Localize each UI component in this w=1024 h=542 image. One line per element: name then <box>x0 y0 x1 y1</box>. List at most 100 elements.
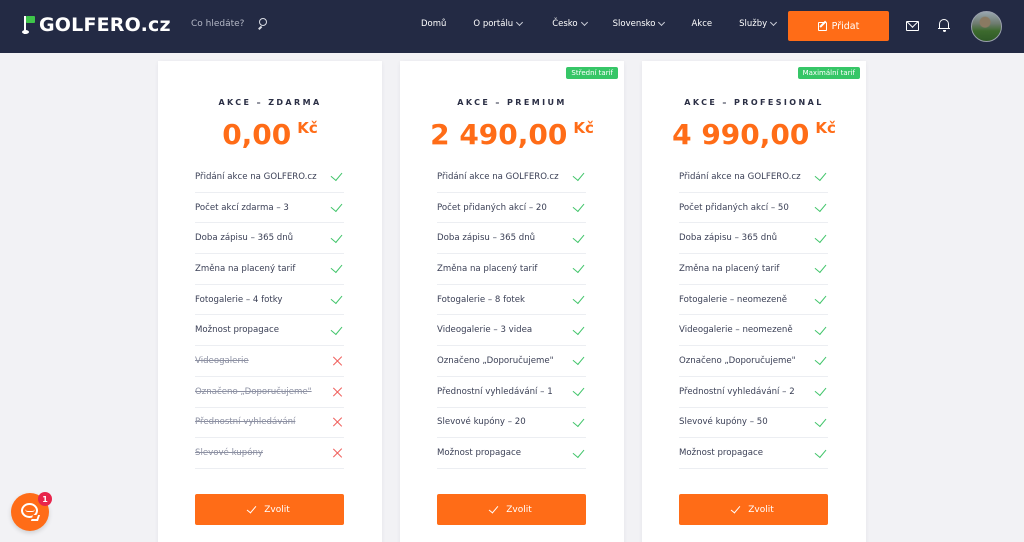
bell-icon[interactable] <box>938 18 950 33</box>
price-currency: Kč <box>573 119 594 137</box>
feature-text: Slevové kupóny <box>195 448 263 459</box>
check-icon <box>572 230 585 243</box>
check-icon <box>330 169 343 182</box>
feature-text: Fotogalerie – 8 fotek <box>437 294 526 305</box>
tier-badge: Střední tarif <box>566 67 618 79</box>
feature-text: Změna na placený tarif <box>679 263 780 274</box>
nav-item-sluzby[interactable]: Služby <box>739 18 778 29</box>
chat-icon-smile <box>25 509 35 512</box>
choose-plan-button[interactable]: Zvolit <box>195 494 344 525</box>
mail-icon[interactable] <box>906 21 919 31</box>
choose-plan-button[interactable]: Zvolit <box>679 494 828 525</box>
plan-name: AKCE – ZDARMA <box>218 98 322 107</box>
check-icon <box>814 199 827 213</box>
check-icon <box>572 261 585 274</box>
check-icon <box>572 322 585 335</box>
feature-item: Označeno „Doporučujeme" <box>437 346 586 377</box>
check-icon <box>572 445 585 458</box>
feature-item: Přednostní vyhledávání – 1 <box>437 377 586 408</box>
cross-icon <box>332 417 342 427</box>
search <box>191 18 269 30</box>
check-icon <box>572 353 585 366</box>
feature-item: Možnost propagace <box>195 315 344 347</box>
feature-text: Možnost propagace <box>195 325 279 336</box>
feature-item: Označeno „Doporučujeme" <box>679 346 828 377</box>
chat-unread-badge: 1 <box>38 492 52 506</box>
feature-text: Doba zápisu – 365 dnů <box>679 233 778 244</box>
site-header: GOLFERO.cz Domů O portálu Česko Slovensk… <box>0 0 1024 53</box>
avatar[interactable] <box>971 11 1002 42</box>
feature-text: Videogalerie – neomezeně <box>679 325 793 336</box>
check-icon <box>814 384 827 397</box>
check-icon <box>572 384 585 397</box>
nav-item-cesko[interactable]: Česko <box>552 18 588 29</box>
feature-item: Doba zápisu – 365 dnů <box>195 223 344 255</box>
feature-text: Změna na placený tarif <box>195 263 296 274</box>
check-icon <box>814 322 827 335</box>
logo[interactable]: GOLFERO.cz <box>22 14 171 36</box>
feature-item: Slevové kupóny <box>195 438 344 469</box>
feature-text: Doba zápisu – 365 dnů <box>195 233 294 244</box>
feature-item: Změna na placený tarif <box>437 254 586 285</box>
feature-item: Fotogalerie – 8 fotek <box>437 285 586 316</box>
feature-item: Přidání akce na GOLFERO.cz <box>437 162 586 193</box>
pricing-card-profesional: Maximální tarif AKCE – PROFESIONAL 4 990… <box>642 61 866 542</box>
add-button-label: Přidat <box>831 20 860 32</box>
check-icon <box>730 502 741 514</box>
feature-text: Slevové kupóny – 20 <box>437 417 526 428</box>
check-icon <box>572 169 585 182</box>
feature-item: Fotogalerie – neomezeně <box>679 285 828 316</box>
nav-item-domu[interactable]: Domů <box>421 19 446 29</box>
choose-plan-button[interactable]: Zvolit <box>437 494 586 525</box>
edit-icon <box>817 21 827 31</box>
feature-text: Přednostní vyhledávání – 1 <box>437 386 553 397</box>
feature-item: Přednostní vyhledávání <box>195 408 344 439</box>
check-icon <box>814 169 827 182</box>
feature-text: Počet přidaných akcí – 20 <box>437 202 547 213</box>
price-amount: 4 990,00 <box>672 118 810 151</box>
choose-button-label: Zvolit <box>748 504 774 515</box>
price-currency: Kč <box>815 119 836 137</box>
check-icon <box>572 292 585 305</box>
feature-text: Fotogalerie – 4 fotky <box>195 294 283 305</box>
search-input[interactable] <box>191 19 251 29</box>
feature-item: Počet přidaných akcí – 50 <box>679 193 828 224</box>
feature-item: Videogalerie <box>195 346 344 377</box>
feature-item: Doba zápisu – 365 dnů <box>679 223 828 255</box>
check-icon <box>814 261 827 274</box>
nav-item-o-portalu[interactable]: O portálu <box>473 18 524 29</box>
cross-icon <box>332 356 342 366</box>
nav-item-label: Slovensko <box>612 19 656 29</box>
plan-price: 2 490,00 Kč <box>400 117 624 153</box>
check-icon <box>246 502 257 514</box>
choose-button-label: Zvolit <box>264 504 290 515</box>
cross-icon <box>332 448 342 458</box>
pricing-card-zdarma: AKCE – ZDARMA 0,00 Kč Přidání akce na GOL… <box>158 61 382 542</box>
feature-text: Přednostní vyhledávání – 2 <box>679 386 795 397</box>
feature-item: Videogalerie – 3 videa <box>437 315 586 347</box>
feature-text: Přidání akce na GOLFERO.cz <box>195 171 317 182</box>
search-icon[interactable] <box>257 18 269 30</box>
nav-item-akce[interactable]: Akce <box>691 19 712 29</box>
feature-item: Označeno „Doporučujeme" <box>195 377 344 408</box>
feature-item: Slevové kupóny – 50 <box>679 408 828 439</box>
pricing-card-premium: Střední tarif AKCE – PREMIUM 2 490,00 Kč … <box>400 61 624 542</box>
add-button[interactable]: Přidat <box>788 11 889 41</box>
price-amount: 2 490,00 <box>430 118 568 151</box>
feature-item: Přidání akce na GOLFERO.cz <box>195 162 344 193</box>
price-amount: 0,00 <box>222 118 292 151</box>
feature-text: Možnost propagace <box>437 448 521 459</box>
check-icon <box>814 292 827 305</box>
feature-text: Videogalerie <box>195 355 249 366</box>
feature-text: Počet akcí zdarma – 3 <box>195 202 289 213</box>
check-icon <box>572 199 585 213</box>
check-icon <box>572 414 585 427</box>
nav-item-slovensko[interactable]: Slovensko <box>612 18 666 29</box>
feature-item: Možnost propagace <box>437 438 586 469</box>
chevron-down-icon <box>658 18 666 27</box>
chevron-down-icon <box>516 18 524 27</box>
check-icon <box>488 502 499 514</box>
feature-text: Změna na placený tarif <box>437 263 538 274</box>
feature-item: Možnost propagace <box>679 438 828 469</box>
feature-item: Přednostní vyhledávání – 2 <box>679 377 828 408</box>
